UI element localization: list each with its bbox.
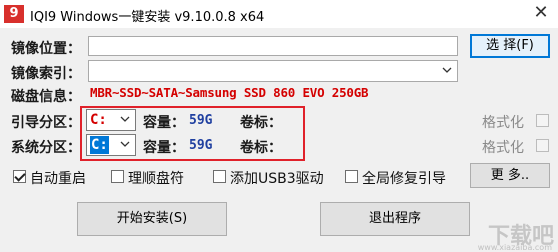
boot-format-checkbox[interactable]	[536, 114, 549, 127]
image-index-label: 镜像索引：	[11, 66, 81, 82]
exit-button[interactable]: 退出程序	[320, 202, 470, 236]
select-image-button[interactable]: 选 择(F)	[470, 34, 550, 58]
boot-partition-label: 引导分区：	[11, 115, 81, 131]
add-usb3-label[interactable]: 添加USB3驱动	[230, 168, 324, 188]
system-partition-drive: C:	[90, 136, 109, 154]
chevron-down-icon	[120, 114, 130, 124]
start-install-button[interactable]: 开始安装(S)	[77, 202, 227, 236]
auto-restart-label[interactable]: 自动重启	[30, 168, 86, 188]
image-index-select[interactable]	[88, 60, 458, 82]
chevron-down-icon	[120, 139, 130, 149]
system-format-checkbox[interactable]	[536, 139, 549, 152]
disk-info-value: MBR~SSD~SATA~Samsung SSD 860 EVO 250GB	[90, 85, 369, 100]
add-usb3-checkbox[interactable]	[213, 170, 226, 183]
boot-capacity-value: 59G	[189, 113, 213, 128]
system-capacity-label: 容量：	[143, 140, 185, 156]
system-capacity-value: 59G	[189, 138, 213, 153]
sort-letters-label[interactable]: 理顺盘符	[128, 168, 184, 188]
image-location-label: 镜像位置：	[11, 41, 81, 57]
chevron-down-icon	[442, 65, 452, 75]
main-panel: 镜像位置： 选 择(F) 镜像索引： 磁盘信息： MBR~SSD~SATA~Sa…	[0, 28, 558, 252]
fix-boot-label[interactable]: 全局修复引导	[362, 168, 446, 188]
boot-capacity-label: 容量：	[143, 115, 185, 131]
image-path-input[interactable]	[88, 36, 458, 56]
boot-volume-label: 卷标：	[240, 115, 282, 131]
app-icon: 9	[4, 5, 24, 23]
boot-format-label: 格式化	[482, 115, 524, 131]
system-partition-select[interactable]: C:	[86, 134, 136, 156]
more-button[interactable]: 更 多..	[470, 163, 550, 188]
system-partition-label: 系统分区：	[11, 140, 81, 156]
sort-letters-checkbox[interactable]	[111, 170, 124, 183]
system-volume-label: 卷标：	[240, 140, 282, 156]
title-bar: 9 IQI9 Windows一键安装 v9.10.0.8 x64 ✕	[0, 0, 558, 28]
system-format-label: 格式化	[482, 140, 524, 156]
boot-partition-drive: C:	[90, 112, 107, 128]
watermark-url: www.xiazaiba.com	[477, 243, 552, 252]
disk-info-label: 磁盘信息：	[11, 89, 81, 105]
auto-restart-checkbox[interactable]	[13, 170, 26, 183]
boot-partition-select[interactable]: C:	[86, 109, 136, 131]
fix-boot-checkbox[interactable]	[345, 170, 358, 183]
close-icon[interactable]: ✕	[530, 2, 552, 23]
window-title: IQI9 Windows一键安装 v9.10.0.8 x64	[30, 10, 265, 25]
